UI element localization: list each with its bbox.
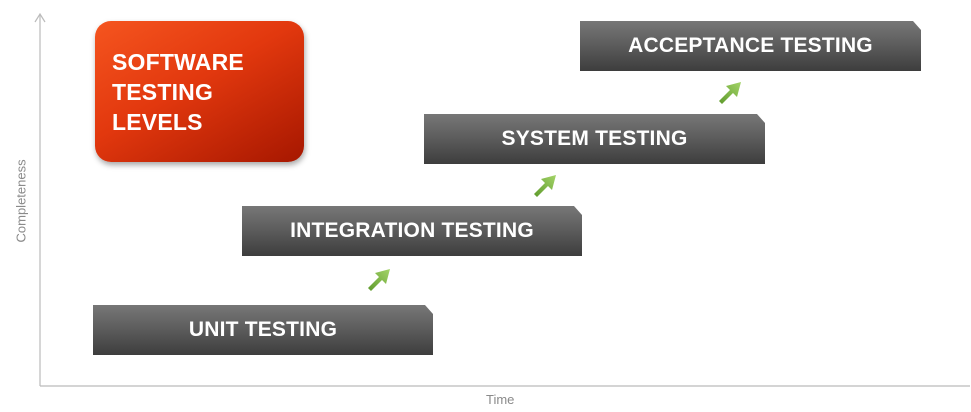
arrow-up-right-icon [534,175,556,197]
x-axis-label: Time [486,392,515,407]
step-integration-testing: INTEGRATION TESTING [242,206,582,256]
step-label: UNIT TESTING [188,318,338,341]
diagram-title: SOFTWARE TESTING LEVELS [112,48,244,135]
step-label: SYSTEM TESTING [501,127,688,150]
arrow-up-right-icon [719,82,741,104]
step-label: ACCEPTANCE TESTING [628,34,873,57]
title-box: SOFTWARE TESTING LEVELS [95,21,304,162]
step-label: INTEGRATION TESTING [290,219,534,242]
step-acceptance-testing: ACCEPTANCE TESTING [580,21,921,71]
y-axis-label: Completeness [13,159,29,243]
step-unit-testing: UNIT TESTING [93,305,433,355]
arrow-up-right-icon [368,269,390,291]
step-system-testing: SYSTEM TESTING [424,114,765,164]
